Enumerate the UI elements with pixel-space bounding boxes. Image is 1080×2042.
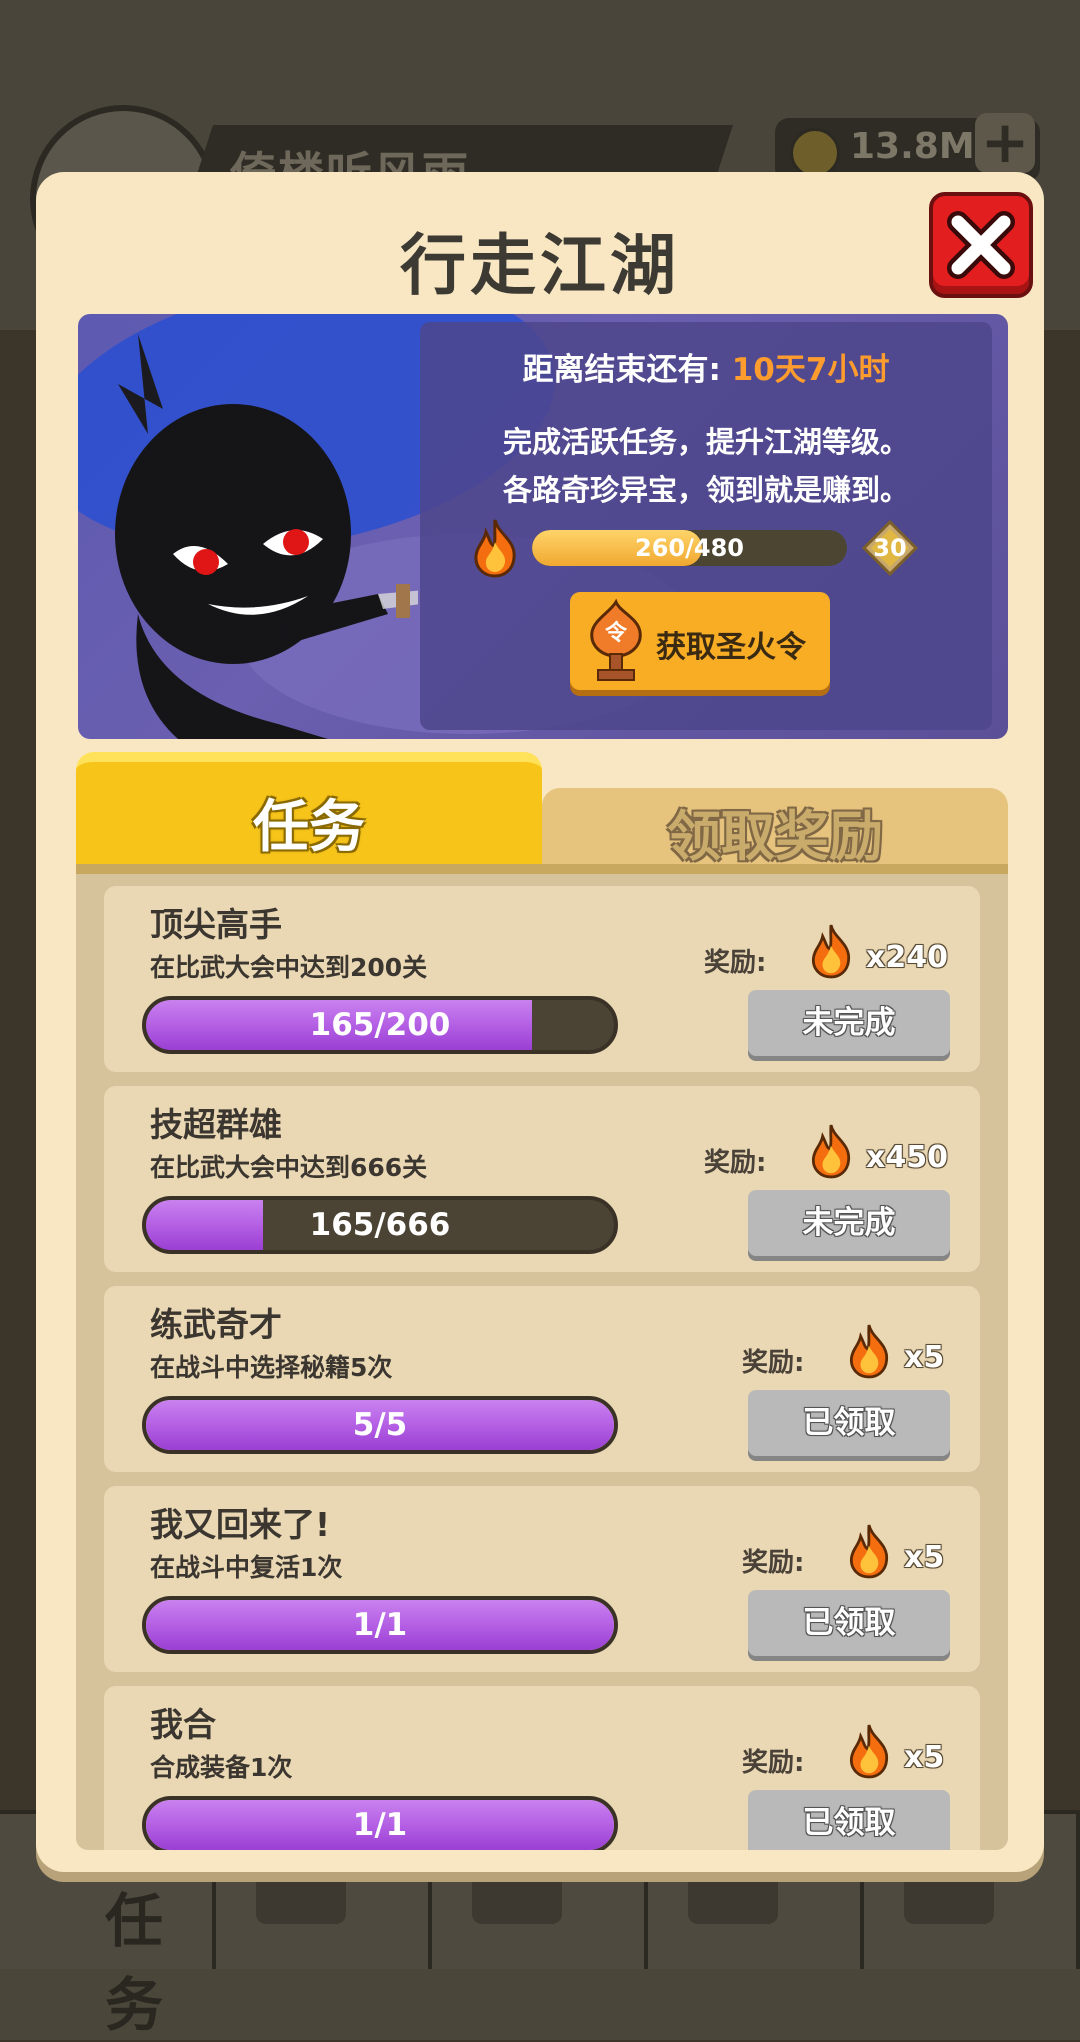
flame-icon	[850, 1524, 888, 1579]
task-progress-text: 165/200	[309, 1007, 451, 1043]
coin-amount: 13.8M	[850, 126, 975, 167]
task-card: 我又回来了! 在战斗中复活1次 1/1 奖励: x5 已领取	[104, 1486, 980, 1672]
event-countdown: 距离结束还有: 10天7小时	[420, 344, 992, 389]
flame-icon	[812, 924, 850, 979]
task-status-button[interactable]: 已领取	[748, 1590, 950, 1656]
reward-label: 奖励:	[704, 948, 767, 978]
close-icon	[947, 211, 1015, 279]
level-progress-bar: 260/480	[532, 530, 847, 566]
countdown-label: 距离结束还有:	[522, 352, 732, 388]
ninja-character-illustration	[115, 334, 418, 739]
task-status-button[interactable]: 未完成	[748, 1190, 950, 1256]
event-desc-line: 各路奇珍异宝，领到就是赚到。	[502, 473, 909, 507]
reward-label: 奖励:	[742, 1548, 805, 1578]
tab-tasks-label: 任务	[253, 795, 365, 860]
task-card: 练武奇才 在战斗中选择秘籍5次 5/5 奖励: x5 已领取	[104, 1286, 980, 1472]
task-name: 练武奇才	[150, 1305, 282, 1344]
level-number: 30	[873, 534, 907, 562]
countdown-value: 10天7小时	[731, 352, 890, 388]
task-description: 在比武大会中达到200关	[150, 953, 428, 982]
task-status-button[interactable]: 已领取	[748, 1790, 950, 1850]
task-name: 技超群雄	[150, 1105, 282, 1144]
task-description: 合成装备1次	[150, 1753, 293, 1782]
task-card: 顶尖高手 在比武大会中达到200关 165/200 奖励: x240 未完成	[104, 886, 980, 1072]
task-progress-text: 165/666	[309, 1207, 451, 1243]
task-description: 在战斗中选择秘籍5次	[150, 1353, 393, 1382]
reward-label: 奖励:	[742, 1348, 805, 1378]
dialog-title: 行走江湖	[400, 227, 680, 304]
task-progress-bar: 1/1	[142, 1796, 618, 1850]
reward-label: 奖励:	[704, 1148, 767, 1178]
task-status-button[interactable]: 已领取	[748, 1390, 950, 1456]
task-progress-bar: 5/5	[142, 1396, 618, 1454]
flame-icon	[812, 1124, 850, 1179]
tab-divider	[76, 864, 1008, 874]
reward-amount: x5	[904, 1740, 945, 1775]
task-progress-bar: 165/200	[142, 996, 618, 1054]
bottom-tab-label: 任务	[105, 1887, 164, 2039]
task-name: 我又回来了!	[150, 1505, 331, 1544]
coin-icon	[790, 128, 840, 178]
reward-amount: x5	[904, 1540, 945, 1575]
plus-icon: +	[975, 113, 1035, 173]
task-list[interactable]: 顶尖高手 在比武大会中达到200关 165/200 奖励: x240 未完成 技…	[76, 874, 1008, 1850]
reward-amount: x5	[904, 1340, 945, 1375]
svg-text:令: 令	[605, 620, 628, 646]
close-button[interactable]	[929, 192, 1033, 298]
task-description: 在比武大会中达到666关	[150, 1153, 428, 1182]
get-fire-token-label: 获取圣火令	[656, 630, 806, 665]
task-card: 技超群雄 在比武大会中达到666关 165/666 奖励: x450 未完成	[104, 1086, 980, 1272]
tab-tasks[interactable]: 任务	[76, 752, 542, 864]
event-desc-line: 完成活跃任务，提升江湖等级。	[502, 425, 909, 459]
tab-claim-rewards-label: 领取奖励	[667, 805, 883, 868]
task-progress-text: 1/1	[352, 1607, 408, 1643]
task-card: 我合 合成装备1次 1/1 奖励: x5 已领取	[104, 1686, 980, 1850]
get-fire-token-button[interactable]: 令 获取圣火令	[570, 592, 830, 690]
reward-label: 奖励:	[742, 1748, 805, 1778]
event-banner: 距离结束还有: 10天7小时 完成活跃任务，提升江湖等级。 各路奇珍异宝，领到就…	[78, 314, 1008, 739]
task-progress-bar: 165/666	[142, 1196, 618, 1254]
fire-token-icon: 令	[590, 598, 642, 681]
event-description: 完成活跃任务，提升江湖等级。 各路奇珍异宝，领到就是赚到。	[450, 418, 962, 514]
task-name: 顶尖高手	[150, 905, 282, 944]
task-progress-bar: 1/1	[142, 1596, 618, 1654]
jianghu-dialog: 行走江湖 距离结束还有: 10天7小时 完成活跃任务，提升江湖等级。 各路奇珍异…	[36, 172, 1044, 1872]
flame-icon	[474, 519, 516, 578]
task-progress-text: 5/5	[352, 1407, 408, 1443]
reward-amount: x240	[866, 940, 948, 975]
task-name: 我合	[150, 1705, 216, 1744]
task-status-button[interactable]: 未完成	[748, 990, 950, 1056]
reward-amount: x450	[866, 1140, 948, 1175]
task-description: 在战斗中复活1次	[150, 1553, 343, 1582]
level-progress-text: 260/480	[635, 534, 744, 562]
flame-icon	[850, 1724, 888, 1779]
flame-icon	[850, 1324, 888, 1379]
task-progress-text: 1/1	[352, 1807, 408, 1843]
event-info-panel: 距离结束还有: 10天7小时 完成活跃任务，提升江湖等级。 各路奇珍异宝，领到就…	[420, 322, 992, 730]
tab-claim-rewards[interactable]: 领取奖励	[542, 788, 1008, 868]
